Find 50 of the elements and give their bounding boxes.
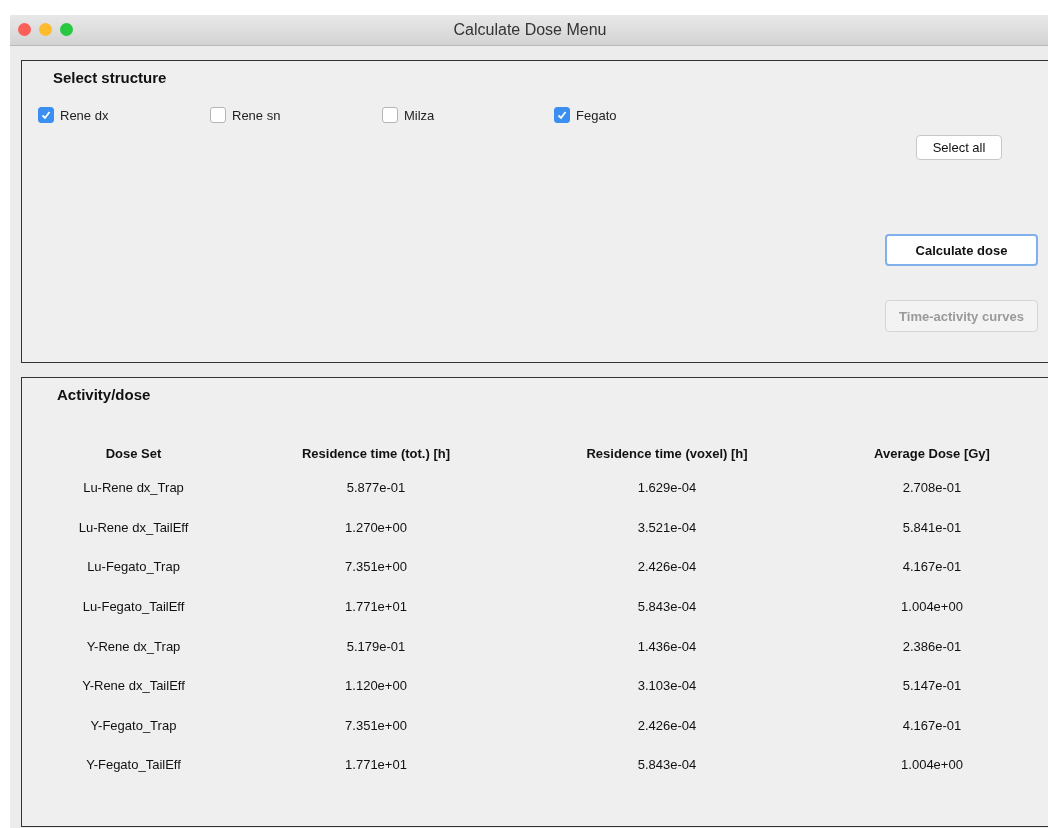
- close-icon[interactable]: [18, 23, 31, 36]
- checkmark-icon: [40, 109, 52, 121]
- column-header: Residence time (tot.) [h]: [300, 444, 452, 463]
- table-cell-text: 3.521e-04: [636, 518, 698, 537]
- table-cell-text: 5.843e-04: [636, 756, 698, 775]
- minimize-icon[interactable]: [39, 23, 52, 36]
- table-cell-text: 2.426e-04: [636, 558, 698, 577]
- table-cell-text: 5.877e-01: [345, 479, 407, 498]
- checkbox[interactable]: Milza: [382, 107, 554, 123]
- table-cell-text: Lu-Rene dx_Trap: [82, 479, 185, 498]
- table-cell-text: 2.708e-01: [901, 479, 963, 498]
- table-cell-text: 1.629e-04: [636, 479, 698, 498]
- table-cell-text: Lu-Fegato_TailEff: [81, 598, 186, 617]
- table-cell-text: Y-Fegato_TailEff: [85, 756, 182, 775]
- panel-title: Activity/dose: [57, 386, 151, 403]
- table-cell-text: 4.167e-01: [901, 716, 963, 735]
- table-cell-text: 1.004e+00: [900, 598, 964, 617]
- table-cell-text: 1.771e+01: [344, 756, 408, 775]
- table-cell-text: 4.167e-01: [901, 558, 963, 577]
- table-cell-text: 5.179e-01: [345, 637, 407, 656]
- table-cell-text: 1.270e+00: [344, 518, 408, 537]
- checkmark-icon: [556, 109, 568, 121]
- table-cell-text: 5.843e-04: [636, 598, 698, 617]
- table-cell-text: Y-Rene dx_Trap: [85, 637, 182, 656]
- table-cell-text: 1.120e+00: [344, 677, 408, 696]
- table-cell-text: 1.004e+00: [900, 756, 964, 775]
- panel-title: Select structure: [53, 69, 167, 86]
- table-cell-text: 7.351e+00: [344, 716, 408, 735]
- table-cell-text: 5.841e-01: [901, 518, 963, 537]
- table-cell-text: 5.147e-01: [901, 677, 963, 696]
- table-cell-text: 1.436e-04: [636, 637, 698, 656]
- table-cell-text: Lu-Fegato_Trap: [86, 558, 181, 577]
- column-header: Residence time (voxel) [h]: [585, 444, 749, 463]
- table-cell-text: Y-Fegato_Trap: [89, 716, 178, 735]
- table-cell-text: 2.386e-01: [901, 637, 963, 656]
- checkbox[interactable]: Rene dx: [38, 107, 210, 123]
- table-cell-text: 7.351e+00: [344, 558, 408, 577]
- checkbox[interactable]: Fegato: [554, 107, 726, 123]
- table-cell-text: Y-Rene dx_TailEff: [81, 677, 186, 696]
- table-cell-text: 2.426e-04: [636, 716, 698, 735]
- checkbox[interactable]: Rene sn: [210, 107, 382, 123]
- table-cell-text: Lu-Rene dx_TailEff: [77, 518, 190, 537]
- column-header: Average Dose [Gy]: [873, 444, 991, 463]
- button[interactable]: Select all: [916, 135, 1002, 160]
- window-title: Calculate Dose Menu: [453, 21, 607, 39]
- table-cell-text: 1.771e+01: [344, 598, 408, 617]
- table-cell-text: 3.103e-04: [636, 677, 698, 696]
- button[interactable]: Calculate dose: [885, 234, 1038, 266]
- zoom-icon[interactable]: [60, 23, 73, 36]
- column-header: Dose Set: [104, 444, 163, 463]
